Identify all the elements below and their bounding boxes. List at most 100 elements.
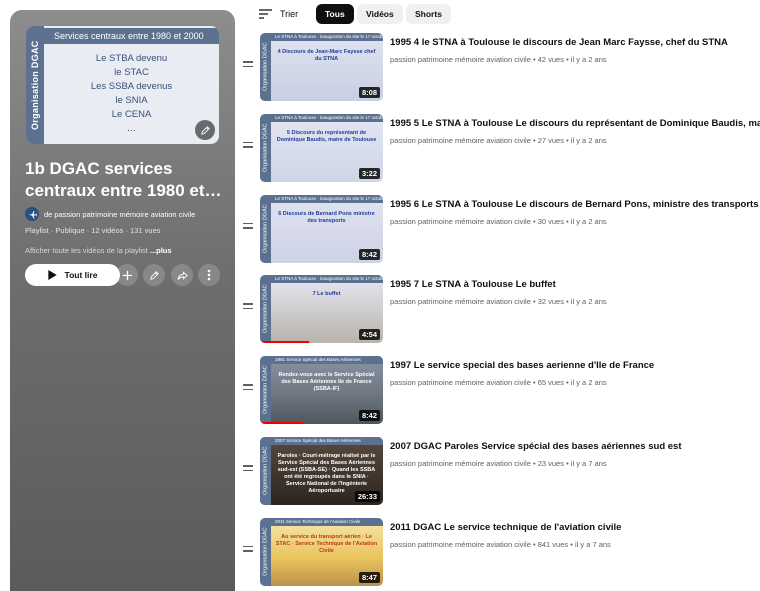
- thumb-banner: Le STNA à Toulouse · inauguration du sit…: [271, 113, 383, 122]
- thumb-caption: Paroles · Court-métrage réalisé par le S…: [277, 453, 376, 494]
- video-age: il y a 2 ans: [570, 216, 607, 226]
- video-title[interactable]: 1995 7 Le STNA à Toulouse Le buffet: [390, 279, 760, 290]
- sort-button[interactable]: Trier: [259, 5, 298, 23]
- playlist-header-panel: Organisation DGAC Services centraux entr…: [10, 10, 235, 591]
- video-meta: passion patrimoine mémoire aviation civi…: [390, 135, 607, 145]
- video-title[interactable]: 2007 DGAC Paroles Service spécial des ba…: [390, 441, 760, 452]
- duration-badge: 8:08: [358, 87, 380, 98]
- cover-line: …: [126, 123, 137, 134]
- thumb-banner: 2007 Service Spécial des Bases Aériennes: [271, 437, 383, 445]
- drag-handle-icon[interactable]: [243, 222, 253, 232]
- playlist-video-row-2[interactable]: Organisation DGAC Le STNA à Toulouse · i…: [240, 113, 760, 184]
- thumb-side-label: Organisation DGAC: [260, 356, 271, 425]
- thumb-caption: 7 Le buffet: [312, 291, 341, 298]
- drag-handle-icon[interactable]: [243, 545, 253, 555]
- play-icon: [47, 270, 57, 280]
- playlist-video-row-1[interactable]: Organisation DGAC Le STNA à Toulouse · i…: [240, 33, 760, 103]
- sort-icon: [259, 9, 272, 19]
- pencil-icon: [200, 125, 210, 135]
- video-age: il y a 2 ans: [570, 135, 607, 145]
- channel-name-link[interactable]: de passion patrimoine mémoire aviation c…: [44, 210, 195, 219]
- thumb-caption: 4 Discours de Jean-Marc Faysse chef du S…: [277, 49, 376, 62]
- plane-icon: [28, 210, 37, 219]
- thumb-banner: Le STNA à Toulouse · inauguration du sit…: [271, 275, 383, 284]
- sort-label: Trier: [280, 9, 299, 19]
- video-thumbnail[interactable]: Organisation DGAC 2011 Service Technique…: [260, 517, 383, 586]
- drag-handle-icon[interactable]: [243, 465, 253, 474]
- duration-badge: 8:47: [358, 571, 380, 583]
- video-title[interactable]: 1997 Le service special des bases aerien…: [390, 360, 760, 371]
- playlist-description: Afficher toute les vidéos de la playlist…: [25, 246, 172, 255]
- video-channel[interactable]: passion patrimoine mémoire aviation civi…: [390, 459, 531, 468]
- thumb-side-label: Organisation DGAC: [260, 517, 271, 586]
- playlist-video-row-3[interactable]: Organisation DGAC Le STNA à Toulouse · i…: [240, 194, 760, 265]
- duration-badge: 4:54: [358, 329, 380, 341]
- chip-videos[interactable]: Vidéos: [357, 4, 403, 24]
- thumb-side-label: Organisation DGAC: [260, 194, 271, 263]
- video-views: 42 vues: [537, 55, 564, 64]
- video-thumbnail[interactable]: Organisation DGAC 2007 Service Spécial d…: [260, 437, 383, 505]
- thumb-side-label: Organisation DGAC: [260, 113, 271, 182]
- playlist-title: 1b DGAC services centraux entre 1980 et…: [25, 159, 222, 200]
- thumb-banner: 1991 Service Spécial des Bases Aériennes: [271, 356, 383, 365]
- drag-handle-icon[interactable]: [243, 141, 253, 151]
- video-title[interactable]: 1995 5 Le STNA à Toulouse Le discours du…: [390, 118, 760, 129]
- video-thumbnail[interactable]: Organisation DGAC Le STNA à Toulouse · i…: [260, 194, 383, 263]
- video-views: 30 vues: [537, 216, 564, 226]
- video-channel[interactable]: passion patrimoine mémoire aviation civi…: [390, 297, 531, 306]
- share-icon: [176, 270, 188, 280]
- video-age: il y a 2 ans: [570, 378, 607, 388]
- cover-banner: Services centraux entre 1980 et 2000: [44, 28, 219, 44]
- thumb-banner: 2011 Service Technique de l'Aviation Civ…: [271, 517, 383, 526]
- play-all-button[interactable]: Tout lire: [25, 264, 120, 286]
- thumb-side-label: Organisation DGAC: [260, 275, 271, 344]
- chip-shorts[interactable]: Shorts: [406, 4, 451, 24]
- video-title[interactable]: 2011 DGAC Le service technique de l'avia…: [390, 522, 760, 533]
- video-age: il y a 2 ans: [570, 55, 607, 64]
- video-meta: passion patrimoine mémoire aviation civi…: [390, 539, 611, 549]
- drag-handle-icon[interactable]: [243, 303, 253, 312]
- video-title[interactable]: 1995 6 Le STNA à Toulouse Le discours de…: [390, 199, 760, 210]
- video-channel[interactable]: passion patrimoine mémoire aviation civi…: [390, 540, 531, 549]
- playlist-video-row-6[interactable]: Organisation DGAC 2007 Service Spécial d…: [240, 437, 760, 507]
- edit-cover-button[interactable]: [195, 120, 215, 140]
- video-channel[interactable]: passion patrimoine mémoire aviation civi…: [390, 217, 531, 226]
- watch-progress-bar: [260, 341, 310, 344]
- video-meta: passion patrimoine mémoire aviation civi…: [390, 378, 607, 388]
- thumb-caption: Rendez-vous avec le Service Spécial des …: [278, 372, 375, 393]
- playlist-video-row-4[interactable]: Organisation DGAC Le STNA à Toulouse · i…: [240, 275, 760, 345]
- more-actions-button[interactable]: [198, 264, 220, 286]
- playlist-video-row-5[interactable]: Organisation DGAC 1991 Service Spécial d…: [240, 356, 760, 426]
- more-link[interactable]: ...plus: [150, 246, 172, 255]
- pencil-icon: [149, 270, 159, 280]
- playlist-video-row-7[interactable]: Organisation DGAC 2011 Service Technique…: [240, 517, 760, 588]
- video-age: il y a 7 ans: [570, 459, 607, 468]
- chip-all[interactable]: Tous: [316, 4, 354, 24]
- description-text: Afficher toute les vidéos de la playlist: [25, 246, 148, 255]
- video-channel[interactable]: passion patrimoine mémoire aviation civi…: [390, 136, 531, 145]
- playlist-cover[interactable]: Organisation DGAC Services centraux entr…: [26, 26, 219, 144]
- playlist-owner[interactable]: de passion patrimoine mémoire aviation c…: [25, 207, 195, 221]
- thumb-caption: 6 Discours de Bernard Pons ministre des …: [278, 210, 375, 224]
- save-playlist-button[interactable]: [116, 264, 138, 286]
- video-views: 32 vues: [537, 297, 564, 307]
- video-views: 27 vues: [537, 135, 564, 145]
- share-button[interactable]: [171, 264, 193, 286]
- drag-handle-icon[interactable]: [243, 61, 253, 70]
- video-age: il y a 7 ans: [574, 539, 611, 549]
- video-meta: passion patrimoine mémoire aviation civi…: [390, 459, 607, 468]
- channel-avatar[interactable]: [25, 207, 39, 221]
- video-views: 65 vues: [537, 378, 564, 388]
- drag-handle-icon[interactable]: [243, 384, 253, 393]
- cover-line: Le STBA devenu: [95, 53, 168, 64]
- video-channel[interactable]: passion patrimoine mémoire aviation civi…: [390, 55, 531, 64]
- more-vert-icon: [207, 269, 211, 281]
- video-thumbnail[interactable]: Organisation DGAC Le STNA à Toulouse · i…: [260, 113, 383, 182]
- video-thumbnail[interactable]: Organisation DGAC Le STNA à Toulouse · i…: [260, 33, 383, 101]
- video-age: il y a 2 ans: [570, 297, 607, 307]
- video-channel[interactable]: passion patrimoine mémoire aviation civi…: [390, 378, 531, 387]
- video-thumbnail[interactable]: Organisation DGAC Le STNA à Toulouse · i…: [260, 275, 383, 344]
- video-title[interactable]: 1995 4 le STNA à Toulouse le discours de…: [390, 37, 760, 48]
- edit-playlist-button[interactable]: [143, 264, 165, 286]
- video-thumbnail[interactable]: Organisation DGAC 1991 Service Spécial d…: [260, 356, 383, 425]
